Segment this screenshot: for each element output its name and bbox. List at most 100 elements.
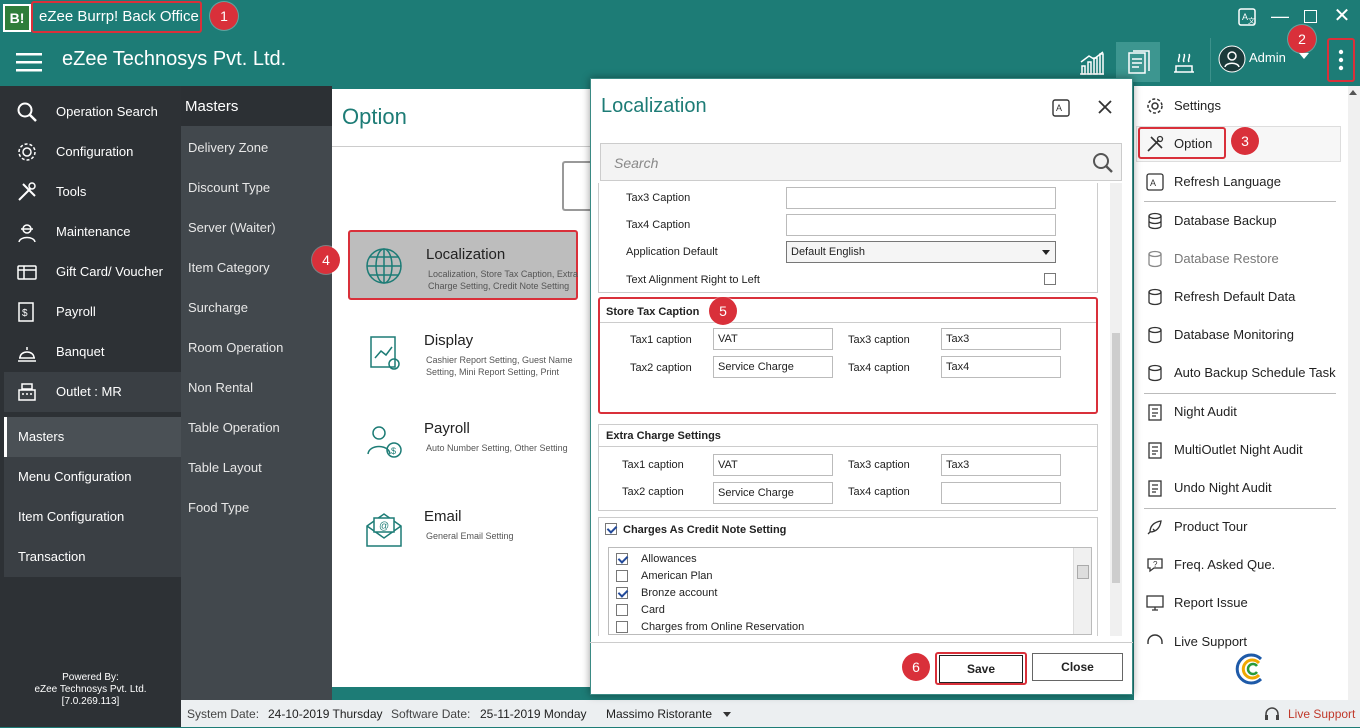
option-card-payroll[interactable]: $ Payroll Auto Number Setting, Other Set… [348,406,578,476]
masters-item[interactable]: Surcharge [188,300,248,315]
list-item-checkbox[interactable] [616,553,628,565]
title-bar [0,0,1360,36]
sidebar-item-payroll[interactable]: $ Payroll [4,292,181,332]
sidebar-item-maintenance[interactable]: Maintenance [4,212,181,252]
kitchen-icon[interactable] [1162,42,1206,82]
credit-note-checkbox[interactable] [605,523,617,535]
banquet-icon [16,341,38,363]
option-search-box[interactable] [562,161,592,211]
masters-item[interactable]: Table Layout [188,460,262,475]
masters-item[interactable]: Item Category [188,260,270,275]
masters-item[interactable]: Food Type [188,500,249,515]
tax3-caption-input[interactable] [786,187,1056,209]
chevron-down-icon[interactable] [723,712,731,717]
sidebar-item-configuration[interactable]: Configuration [4,132,181,172]
list-scroll-thumb[interactable] [1077,565,1089,579]
sidebar-sub-masters[interactable]: Masters [4,417,181,457]
register-icon [16,381,38,403]
masters-item[interactable]: Non Rental [188,380,253,395]
close-window-icon[interactable]: ✕ [1332,6,1352,26]
sidebar-item-banquet[interactable]: Banquet [4,332,181,372]
masters-item[interactable]: Delivery Zone [188,140,268,155]
menu-item-product-tour[interactable]: Product Tour [1146,511,1342,543]
sidebar-item-tools[interactable]: Tools [4,172,181,212]
menu-item-refresh-language[interactable]: A Refresh Language [1146,166,1342,198]
live-support-link[interactable]: Live Support [1288,700,1355,728]
extra-tax2-input[interactable]: Service Charge [713,482,833,504]
menu-item-option[interactable]: Option [1146,128,1342,160]
menu-item-database-monitoring[interactable]: Database Monitoring [1146,319,1342,351]
save-button[interactable]: Save [939,655,1023,683]
sidebar-sub-item-configuration[interactable]: Item Configuration [4,497,181,537]
language-icon: A [1146,173,1164,191]
scroll-up-icon[interactable] [1349,90,1357,95]
close-icon[interactable] [1096,98,1114,116]
masters-item[interactable]: Room Operation [188,340,283,355]
masters-item[interactable]: Server (Waiter) [188,220,276,235]
store-tax4-input[interactable]: Tax4 [941,356,1061,378]
search-icon[interactable] [1092,152,1114,174]
menu-item-database-backup[interactable]: Database Backup [1146,205,1342,237]
menu-item-settings[interactable]: Settings [1146,90,1342,122]
menu-item-multioutlet-night-audit[interactable]: MultiOutlet Night Audit [1146,434,1342,466]
dialog-search-input[interactable]: Search [600,143,1122,181]
sidebar-sub-menu-configuration[interactable]: Menu Configuration [4,457,181,497]
tax4-caption-input[interactable] [786,214,1056,236]
store-tax2-input[interactable]: Service Charge [713,356,833,378]
menu-item-label: Option [1174,136,1213,151]
menu-item-live-support[interactable]: Live Support [1146,626,1342,650]
outlet-selector[interactable]: Massimo Ristorante [606,700,712,728]
right-menu-scrollbar[interactable] [1348,86,1360,700]
minimize-icon[interactable]: — [1270,6,1290,26]
dialog-scroll-body: Tax3 Caption Tax4 Caption Application De… [598,183,1110,636]
document-icon[interactable] [1116,42,1160,82]
menu-item-faq[interactable]: ? Freq. Asked Que. [1146,549,1342,581]
list-item-checkbox[interactable] [616,570,628,582]
close-button[interactable]: Close [1032,653,1123,681]
extra-tax3-input[interactable]: Tax3 [941,454,1061,476]
menu-item-night-audit[interactable]: Night Audit [1146,396,1342,428]
text-align-rtl-checkbox[interactable] [1044,273,1056,285]
application-default-select[interactable]: Default English [786,241,1056,263]
app-logo-text: B! [5,6,29,30]
list-item-checkbox[interactable] [616,621,628,633]
headset-icon [1146,633,1164,650]
store-tax3-input[interactable]: Tax3 [941,328,1061,350]
menu-item-database-restore[interactable]: Database Restore [1146,243,1342,275]
option-card-title: Email [424,508,462,525]
dialog-scrollbar[interactable] [1110,183,1122,636]
masters-item[interactable]: Discount Type [188,180,270,195]
extra-tax4-input[interactable] [941,482,1061,504]
list-item-checkbox[interactable] [616,587,628,599]
credit-note-heading: Charges As Credit Note Setting [623,524,787,536]
refresh-data-icon [1146,288,1164,306]
option-card-localization[interactable]: Localization Localization, Store Tax Cap… [348,230,578,300]
sidebar-item-gift-card[interactable]: Gift Card/ Voucher [4,252,181,292]
sidebar-sub-transaction[interactable]: Transaction [4,537,181,577]
hamburger-menu-icon[interactable] [16,52,42,72]
sidebar-item-outlet[interactable]: Outlet : MR [4,372,181,412]
version-text: [7.0.269.113] [61,696,120,707]
more-options-icon[interactable] [1327,38,1355,82]
gift-card-icon [16,261,38,283]
option-card-display[interactable]: Display Cashier Report Setting, Guest Na… [348,318,578,388]
list-scrollbar[interactable] [1073,548,1091,634]
list-item-label: Bronze account [641,587,718,599]
menu-item-undo-night-audit[interactable]: Undo Night Audit [1146,472,1342,504]
option-card-email[interactable]: @ Email General Email Setting [348,494,578,564]
menu-item-report-issue[interactable]: Report Issue [1146,587,1342,619]
list-item-checkbox[interactable] [616,604,628,616]
menu-item-refresh-default-data[interactable]: Refresh Default Data [1146,281,1342,313]
masters-item[interactable]: Table Operation [188,420,280,435]
extra-tax2-label: Tax2 caption [622,486,684,498]
store-tax1-input[interactable]: VAT [713,328,833,350]
sidebar-item-operation-search[interactable]: Operation Search [4,92,181,132]
maximize-icon[interactable] [1304,10,1317,23]
dialog-scroll-thumb[interactable] [1112,333,1120,583]
chart-icon[interactable] [1070,42,1114,82]
extra-tax1-input[interactable]: VAT [713,454,833,476]
translate-icon[interactable]: A文 [1238,8,1256,26]
help-icon: ? [1146,556,1164,574]
menu-item-auto-backup[interactable]: Auto Backup Schedule Task [1146,357,1342,389]
translate-icon[interactable]: A [1052,99,1070,117]
